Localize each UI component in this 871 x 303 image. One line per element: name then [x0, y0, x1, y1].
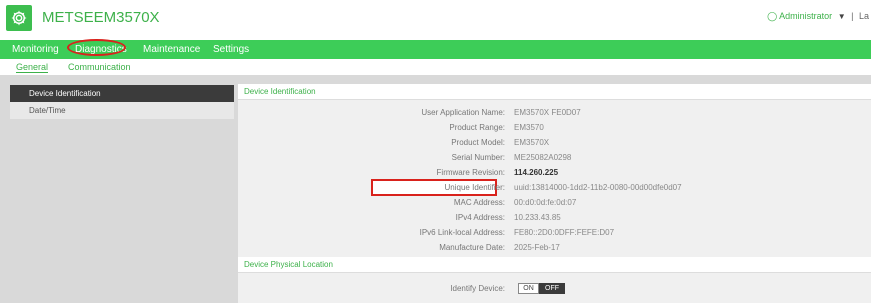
content-area: Device Identification Date/Time Device I…: [0, 75, 871, 303]
separator: |: [851, 11, 854, 21]
identify-device-label: Identify Device:: [450, 284, 505, 293]
info-row: User Application Name: EM3570X FE0D07: [238, 108, 871, 122]
tab-settings[interactable]: Settings: [213, 44, 249, 55]
row-label: Manufacture Date:: [439, 243, 505, 252]
sidebar-item-device-identification[interactable]: Device Identification: [10, 85, 234, 102]
subtab-communication[interactable]: Communication: [68, 62, 131, 72]
user-menu[interactable]: ◯ Administrator ▼ | La: [767, 11, 869, 22]
user-icon: ◯: [767, 11, 778, 21]
info-row: IPv6 Link-local Address: FE80::2D0:0DFF:…: [238, 228, 871, 242]
row-label: IPv4 Address:: [455, 213, 505, 222]
physical-location-panel: Device Physical Location Identify Device…: [238, 257, 871, 303]
row-label: Firmware Revision:: [436, 168, 505, 177]
main-nav: Monitoring Diagnostics Maintenance Setti…: [0, 39, 871, 59]
row-value: uuid:13814000-1dd2-11b2-0080-00d00dfe0d0…: [514, 183, 682, 192]
row-value: 00:d0:0d:fe:0d:07: [514, 198, 577, 207]
sidebar: Device Identification Date/Time: [10, 85, 234, 303]
panel-title: Device Identification: [238, 84, 871, 100]
row-value: EM3570: [514, 123, 544, 132]
row-value: FE80::2D0:0DFF:FEFE:D07: [514, 228, 615, 237]
info-row: Unique Identifier: uuid:13814000-1dd2-11…: [238, 183, 871, 197]
device-identification-panel: Device Identification User Application N…: [238, 84, 871, 261]
row-value: 10.233.43.85: [514, 213, 561, 222]
row-value: EM3570X FE0D07: [514, 108, 581, 117]
info-row: Firmware Revision: 114.260.225: [238, 168, 871, 182]
language-menu[interactable]: La: [859, 11, 869, 21]
tab-monitoring[interactable]: Monitoring: [12, 44, 59, 55]
row-label: Unique Identifier:: [444, 183, 505, 192]
panel-title: Device Physical Location: [238, 257, 871, 273]
info-row: MAC Address: 00:d0:0d:fe:0d:07: [238, 198, 871, 212]
chevron-down-icon[interactable]: ▼: [838, 12, 846, 21]
row-label: MAC Address:: [453, 198, 505, 207]
top-header: METSEEM3570X ◯ Administrator ▼ | La: [0, 0, 871, 40]
firmware-revision-value: 114.260.225: [514, 168, 559, 177]
row-label: Serial Number:: [451, 153, 505, 162]
row-label: User Application Name:: [421, 108, 505, 117]
info-row: Manufacture Date: 2025-Feb-17: [238, 243, 871, 257]
gear-icon: [6, 5, 32, 31]
row-value: 2025-Feb-17: [514, 243, 560, 252]
sub-nav: General Communication: [0, 59, 871, 75]
tab-maintenance[interactable]: Maintenance: [143, 44, 200, 55]
tab-diagnostics[interactable]: Diagnostics: [75, 44, 127, 55]
row-label: Product Model:: [451, 138, 505, 147]
info-row: IPv4 Address: 10.233.43.85: [238, 213, 871, 227]
user-label[interactable]: Administrator: [779, 11, 832, 21]
identify-device-toggle[interactable]: ON OFF: [518, 283, 565, 294]
info-row: Product Range: EM3570: [238, 123, 871, 137]
info-row: Product Model: EM3570X: [238, 138, 871, 152]
row-label: IPv6 Link-local Address:: [419, 228, 505, 237]
row-label: Product Range:: [449, 123, 505, 132]
toggle-on-button[interactable]: ON: [518, 283, 539, 294]
row-value: ME25082A0298: [514, 153, 572, 162]
app-title: METSEEM3570X: [42, 9, 160, 26]
sidebar-item-date-time[interactable]: Date/Time: [10, 102, 234, 119]
subtab-general[interactable]: General: [16, 62, 49, 73]
info-row: Serial Number: ME25082A0298: [238, 153, 871, 167]
panel-body: User Application Name: EM3570X FE0D07 Pr…: [238, 100, 871, 261]
panel-body: Identify Device: ON OFF: [238, 273, 871, 303]
toggle-off-button[interactable]: OFF: [539, 283, 565, 294]
row-value: EM3570X: [514, 138, 550, 147]
